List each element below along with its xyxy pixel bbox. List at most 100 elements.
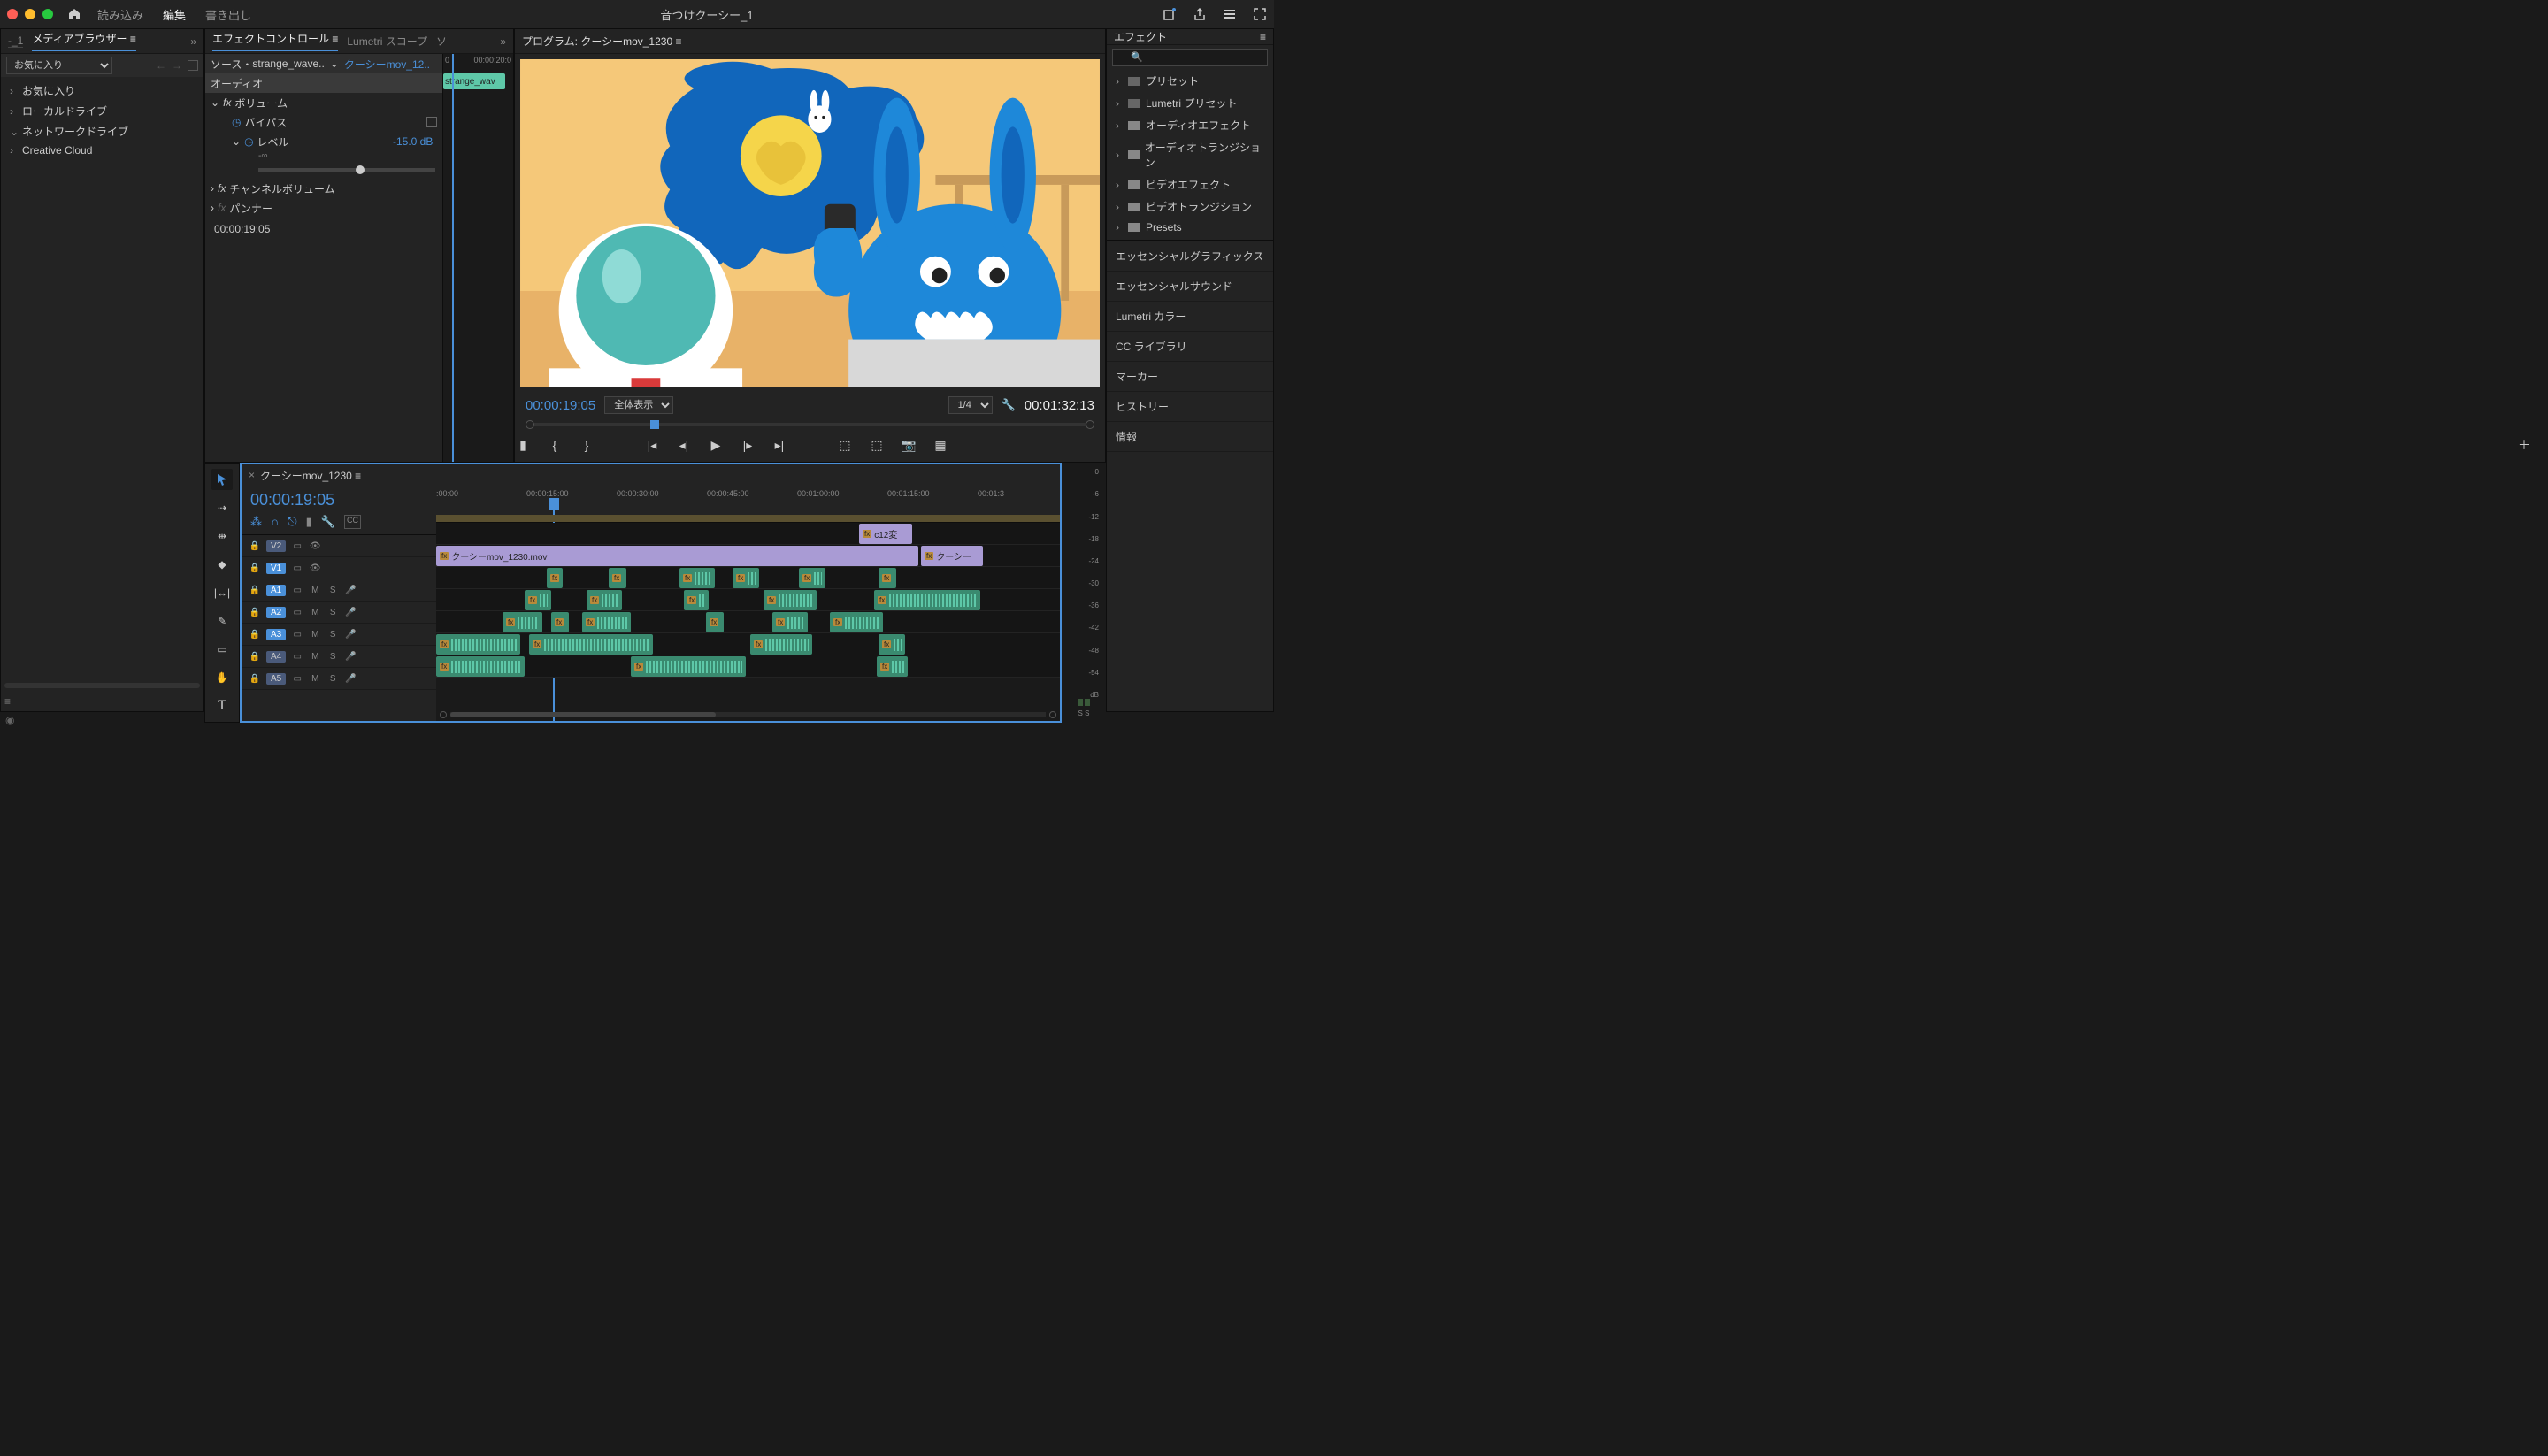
pen-tool-icon[interactable]: ✎ bbox=[211, 610, 233, 632]
stopwatch-icon[interactable]: ◷ bbox=[232, 116, 241, 128]
effects-folder[interactable]: ›プリセット bbox=[1107, 70, 1273, 92]
maximize-window-icon[interactable] bbox=[42, 9, 53, 19]
nav-fwd-icon[interactable]: → bbox=[172, 59, 182, 72]
snapshot-icon[interactable]: 📷 bbox=[901, 437, 917, 453]
effects-folder[interactable]: ›ビデオエフェクト bbox=[1107, 173, 1273, 195]
work-area-bar[interactable] bbox=[436, 515, 1060, 522]
scroll-handle[interactable] bbox=[4, 683, 200, 688]
side-panel-tab[interactable]: CC ライブラリ bbox=[1107, 332, 1273, 362]
solo-icon[interactable]: S bbox=[326, 584, 339, 596]
panel-menu-icon[interactable]: ≡ bbox=[1, 692, 203, 711]
track-a3[interactable]: fx fx fx fx fx fx bbox=[436, 611, 1060, 633]
snap-insert-icon[interactable]: ⁂ bbox=[250, 515, 262, 529]
checkbox-icon[interactable] bbox=[426, 117, 437, 127]
goto-in-icon[interactable]: |◂ bbox=[644, 437, 660, 453]
marker-icon[interactable]: ▮ bbox=[515, 437, 531, 453]
track-v1[interactable]: fxクーシーmov_1230.mov fxクーシー bbox=[436, 545, 1060, 567]
menu-export[interactable]: 書き出し bbox=[205, 6, 251, 23]
scrub-end[interactable] bbox=[1086, 420, 1094, 429]
quick-export-icon[interactable] bbox=[1163, 7, 1177, 21]
effects-tab[interactable]: エフェクト bbox=[1114, 29, 1167, 44]
lock-icon[interactable]: 🔒 bbox=[249, 672, 261, 685]
track-select-tool-icon[interactable]: ⇢ bbox=[211, 497, 233, 518]
step-fwd-icon[interactable]: |▸ bbox=[740, 437, 756, 453]
lock-icon[interactable]: 🔒 bbox=[249, 628, 261, 640]
solo-icon[interactable]: S bbox=[326, 672, 339, 685]
effects-folder[interactable]: ›Lumetri プリセット bbox=[1107, 92, 1273, 114]
lock-icon[interactable]: 🔒 bbox=[249, 540, 261, 552]
mute-icon[interactable]: M bbox=[309, 628, 321, 640]
marker-add-icon[interactable]: ▮ bbox=[306, 515, 312, 529]
side-panel-tab[interactable]: マーカー bbox=[1107, 362, 1273, 392]
program-tc-left[interactable]: 00:00:19:05 bbox=[526, 398, 595, 413]
in-icon[interactable]: { bbox=[547, 437, 563, 453]
rectangle-tool-icon[interactable]: ▭ bbox=[211, 639, 233, 660]
sync-icon[interactable]: ▭ bbox=[291, 650, 303, 663]
sync-icon[interactable]: ▭ bbox=[291, 584, 303, 596]
share-icon[interactable] bbox=[1193, 7, 1207, 21]
eye-icon[interactable]: 👁 bbox=[309, 540, 321, 552]
media-browser-tab[interactable]: メディアブラウザー ≡ bbox=[32, 31, 136, 51]
slip-tool-icon[interactable]: |↔| bbox=[211, 582, 233, 603]
program-monitor[interactable] bbox=[520, 59, 1100, 387]
home-icon[interactable] bbox=[67, 7, 81, 21]
side-panel-tab[interactable]: Lumetri カラー bbox=[1107, 302, 1273, 332]
razor-tool-icon[interactable]: ◆ bbox=[211, 554, 233, 575]
mute-icon[interactable]: M bbox=[309, 606, 321, 618]
track-header-A2[interactable]: 🔒A2▭MS🎤 bbox=[242, 602, 436, 624]
menu-import[interactable]: 読み込み bbox=[97, 6, 143, 23]
expand-icon[interactable]: » bbox=[500, 35, 506, 48]
cc-icon[interactable]: CC bbox=[344, 515, 361, 529]
wrench-icon[interactable]: 🔧 bbox=[1002, 398, 1016, 412]
solo-icon[interactable]: S bbox=[326, 628, 339, 640]
track-a5[interactable]: fx fx fx bbox=[436, 655, 1060, 678]
timeline-ruler[interactable]: :00:0000:00:15:0000:00:30:0000:00:45:000… bbox=[436, 486, 1060, 523]
track-header-A5[interactable]: 🔒A5▭MS🎤 bbox=[242, 668, 436, 690]
ec-mini-timeline[interactable]: 0 00:00:20:0 strange_wav bbox=[442, 54, 513, 462]
zoom-handle[interactable] bbox=[450, 712, 716, 717]
side-panel-tab[interactable]: 情報 bbox=[1107, 422, 1273, 452]
out-icon[interactable]: } bbox=[579, 437, 595, 453]
lock-icon[interactable]: 🔒 bbox=[249, 562, 261, 574]
tab-source[interactable]: ソ bbox=[436, 34, 447, 49]
effects-folder[interactable]: ›オーディオトランジション bbox=[1107, 136, 1273, 173]
hand-tool-icon[interactable]: ✋ bbox=[211, 667, 233, 688]
side-panel-tab[interactable]: エッセンシャルグラフィックス bbox=[1107, 241, 1273, 272]
tree-item-local[interactable]: ›ローカルドライブ bbox=[1, 101, 203, 121]
timeline-tc[interactable]: 00:00:19:05 bbox=[242, 486, 436, 515]
effects-search-input[interactable] bbox=[1112, 49, 1268, 66]
sync-icon[interactable]: ▭ bbox=[291, 540, 303, 552]
workspace-icon[interactable] bbox=[1223, 7, 1237, 21]
resolution-select[interactable]: 1/4 bbox=[948, 396, 993, 414]
side-panel-tab[interactable]: ヒストリー bbox=[1107, 392, 1273, 422]
level-slider[interactable] bbox=[258, 168, 435, 172]
sync-icon[interactable]: ▭ bbox=[291, 672, 303, 685]
goto-out-icon[interactable]: ▸| bbox=[771, 437, 787, 453]
sync-icon[interactable]: ▭ bbox=[291, 628, 303, 640]
checkbox-icon[interactable] bbox=[188, 60, 198, 71]
voice-icon[interactable]: 🎤 bbox=[344, 606, 357, 618]
effects-folder[interactable]: ›オーディオエフェクト bbox=[1107, 114, 1273, 136]
track-a4[interactable]: fx fx fx fx bbox=[436, 633, 1060, 655]
favorites-dropdown[interactable]: お気に入り bbox=[6, 57, 112, 74]
snap-icon[interactable]: ∩ bbox=[271, 515, 279, 529]
track-header-A3[interactable]: 🔒A3▭MS🎤 bbox=[242, 624, 436, 646]
lift-icon[interactable]: ⬚ bbox=[837, 437, 853, 453]
timeline-playhead[interactable] bbox=[549, 498, 559, 510]
clip-v1-main[interactable]: fxクーシーmov_1230.mov bbox=[436, 546, 918, 566]
lock-icon[interactable]: 🔒 bbox=[249, 650, 261, 663]
selection-tool-icon[interactable] bbox=[211, 469, 233, 490]
close-tab-icon[interactable]: × bbox=[249, 469, 255, 481]
tab-effect-controls[interactable]: エフェクトコントロール ≡ bbox=[212, 31, 338, 51]
type-tool-icon[interactable]: T bbox=[211, 695, 233, 717]
track-header-A4[interactable]: 🔒A4▭MS🎤 bbox=[242, 646, 436, 668]
fullscreen-icon[interactable] bbox=[1253, 7, 1267, 21]
track-a1[interactable]: fx fx fx fx fx fx bbox=[436, 567, 1060, 589]
track-v2[interactable]: fxc12変 bbox=[436, 523, 1060, 545]
panel-menu-icon[interactable]: ≡ bbox=[1260, 31, 1266, 43]
zoom-out-handle[interactable] bbox=[440, 711, 447, 718]
track-a2[interactable]: fx fx fx fx fx bbox=[436, 589, 1060, 611]
compare-icon[interactable]: ▦ bbox=[932, 437, 948, 453]
link-icon[interactable]: ⎋ bbox=[288, 515, 296, 529]
timeline-zoom-scrollbar[interactable] bbox=[450, 712, 1046, 717]
